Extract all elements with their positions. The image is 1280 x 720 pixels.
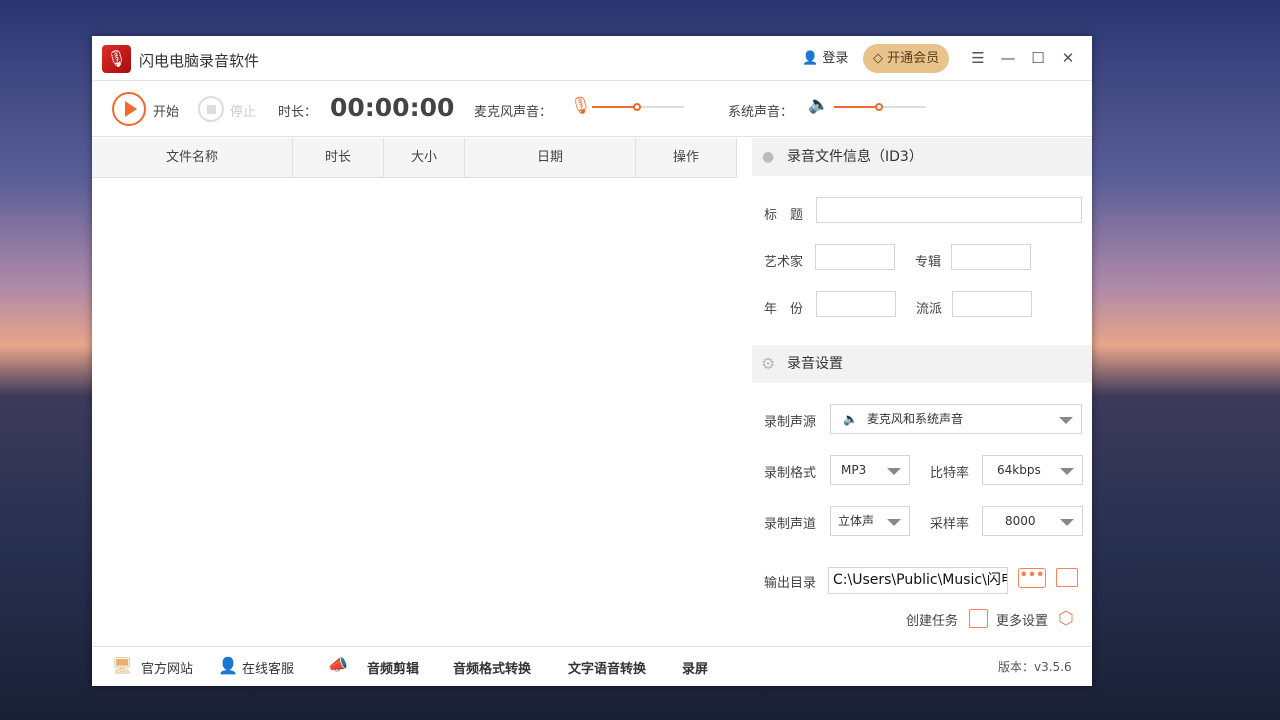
stop-label: 停止: [230, 101, 256, 120]
app-logo-mic-icon: 🎙: [102, 45, 131, 73]
duration-value: 00:00:00: [330, 93, 454, 122]
column-duration[interactable]: 时长: [293, 138, 384, 177]
maximize-button[interactable]: ☐: [1028, 48, 1048, 68]
vip-label: 开通会员: [887, 51, 939, 66]
start-label: 开始: [153, 101, 179, 120]
samplerate-value: 8000: [1005, 514, 1036, 528]
recording-toolbar: 开始 停止 时长： 00:00:00 麦克风声音： 🎙 系统声音： 🔈: [92, 82, 1092, 137]
title-label: 标 题: [764, 204, 803, 223]
id3-header-label: 录音文件信息（ID3）: [787, 149, 923, 165]
channel-select[interactable]: 立体声: [830, 506, 910, 536]
column-date[interactable]: 日期: [465, 138, 636, 177]
text-speech-link[interactable]: 文字语音转换: [568, 662, 646, 677]
slider-fill: [592, 106, 637, 108]
year-label: 年 份: [764, 298, 803, 317]
id3-section-header: ● 录音文件信息（ID3）: [752, 138, 1092, 176]
login-label: 登录: [822, 51, 848, 66]
chevron-down-icon: [887, 468, 901, 475]
open-folder-icon[interactable]: [1056, 568, 1078, 587]
start-button[interactable]: [112, 92, 146, 126]
play-icon: [125, 101, 137, 117]
chevron-down-icon: [1060, 468, 1074, 475]
diamond-icon: ◇: [873, 51, 883, 66]
album-label: 专辑: [915, 251, 941, 270]
browse-more-button[interactable]: •••: [1018, 568, 1046, 588]
year-input[interactable]: [816, 291, 896, 317]
speaker-icon: 🔈: [843, 405, 858, 433]
slider-knob[interactable]: [633, 103, 641, 111]
minimize-button[interactable]: —: [998, 48, 1018, 68]
login-button[interactable]: 👤 登录: [802, 44, 848, 73]
chevron-down-icon: [1059, 417, 1073, 424]
megaphone-icon: 📣: [328, 655, 348, 674]
bitrate-select[interactable]: 64kbps: [982, 455, 1083, 485]
app-window: 🎙 闪电电脑录音软件 👤 登录 ◇ 开通会员 ☰ — ☐ ✕ 开始 停止 时长：…: [92, 36, 1092, 686]
settings-section-header: ⚙ 录音设置: [752, 345, 1092, 383]
column-actions[interactable]: 操作: [636, 138, 737, 177]
output-path-input[interactable]: C:\Users\Public\Music\闪电电脑录音软件: [828, 567, 1008, 594]
mic-volume-slider[interactable]: [592, 106, 684, 108]
duration-label: 时长：: [278, 101, 317, 120]
more-settings-button[interactable]: 更多设置: [996, 610, 1048, 629]
artist-label: 艺术家: [764, 251, 803, 270]
bitrate-label: 比特率: [930, 462, 969, 481]
column-size[interactable]: 大小: [384, 138, 465, 177]
app-title: 闪电电脑录音软件: [139, 50, 259, 71]
close-button[interactable]: ✕: [1058, 48, 1078, 68]
channel-value: 立体声: [838, 514, 874, 528]
bitrate-value: 64kbps: [997, 463, 1041, 477]
format-select[interactable]: MP3: [830, 455, 910, 485]
artist-input[interactable]: [815, 244, 895, 270]
system-volume-label: 系统声音：: [728, 101, 793, 120]
audio-edit-link[interactable]: 音频剪辑: [367, 662, 419, 677]
album-input[interactable]: [951, 244, 1031, 270]
user-icon: 👤: [802, 51, 818, 66]
title-input[interactable]: [816, 197, 1082, 223]
chevron-down-icon: [1060, 519, 1074, 526]
menu-icon[interactable]: ☰: [968, 48, 988, 68]
genre-label: 流派: [916, 298, 942, 317]
slider-fill: [834, 106, 879, 108]
slider-knob[interactable]: [875, 103, 883, 111]
hexagon-settings-icon[interactable]: ⬡: [1058, 608, 1074, 629]
task-list-icon[interactable]: [969, 609, 988, 628]
microphone-icon: 🎙: [570, 96, 592, 116]
output-label: 输出目录: [764, 572, 816, 591]
stop-icon: [207, 105, 216, 114]
vip-button[interactable]: ◇ 开通会员: [863, 44, 949, 73]
user-service-icon: 👤: [218, 656, 238, 675]
source-select[interactable]: 🔈 麦克风和系统声音: [830, 404, 1082, 434]
channel-label: 录制声道: [764, 513, 816, 532]
chevron-down-icon: [887, 519, 901, 526]
samplerate-select[interactable]: 8000: [982, 506, 1083, 536]
gear-icon: ⚙: [761, 345, 775, 383]
footer-bar: 🖥 官方网站 👤 在线客服 📣 音频剪辑 音频格式转换 文字语音转换 录屏 版本…: [92, 646, 1092, 686]
genre-input[interactable]: [952, 291, 1032, 317]
info-icon: ●: [762, 138, 774, 176]
version-label: 版本：v3.5.6: [998, 658, 1072, 675]
system-volume-slider[interactable]: [834, 106, 926, 108]
audio-convert-link[interactable]: 音频格式转换: [453, 662, 531, 677]
speaker-icon: 🔈: [808, 95, 829, 115]
format-label: 录制格式: [764, 462, 816, 481]
source-value: 麦克风和系统声音: [867, 412, 963, 426]
settings-header-label: 录音设置: [787, 356, 843, 372]
monitor-icon: 🖥: [112, 656, 132, 675]
format-value: MP3: [841, 463, 866, 477]
create-task-button[interactable]: 创建任务: [906, 610, 958, 629]
samplerate-label: 采样率: [930, 513, 969, 532]
service-link[interactable]: 在线客服: [242, 658, 294, 677]
website-link[interactable]: 官方网站: [141, 658, 193, 677]
title-bar: 🎙 闪电电脑录音软件 👤 登录 ◇ 开通会员 ☰ — ☐ ✕: [92, 36, 1092, 81]
mic-volume-label: 麦克风声音：: [474, 101, 552, 120]
source-label: 录制声源: [764, 411, 816, 430]
column-filename[interactable]: 文件名称: [92, 138, 293, 177]
screen-record-link[interactable]: 录屏: [682, 662, 708, 677]
stop-button[interactable]: [198, 96, 224, 122]
file-table-header: 文件名称 时长 大小 日期 操作: [92, 138, 737, 178]
